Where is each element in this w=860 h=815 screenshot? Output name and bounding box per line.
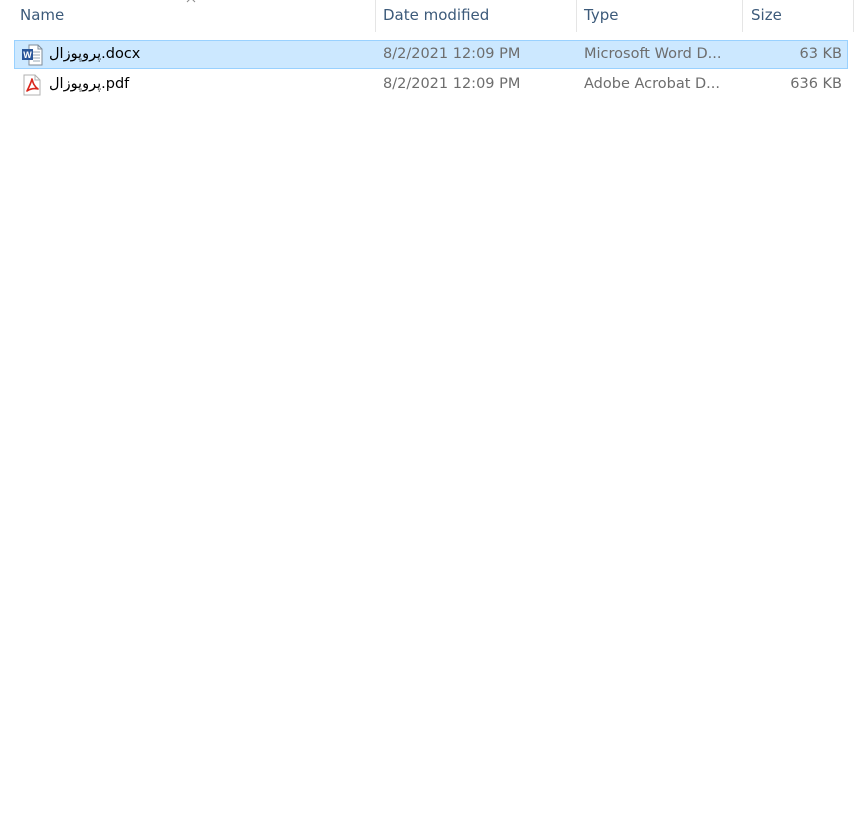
file-row-pdf[interactable]: پروپوزال.pdf 8/2/2021 12:09 PM Adobe Acr… [14, 70, 848, 99]
column-divider[interactable] [742, 0, 743, 32]
column-header-name[interactable]: Name [13, 0, 375, 32]
file-size: 63 KB [799, 46, 842, 62]
file-size: 636 KB [790, 76, 842, 92]
file-name: پروپوزال.pdf [49, 76, 130, 92]
column-header-bar: Name Date modified Type Size [0, 0, 860, 32]
word-document-icon: W [22, 44, 43, 66]
file-row-docx[interactable]: W پروپوزال.docx 8/2/2021 12:09 PM Micros… [14, 40, 848, 69]
file-explorer-list-view: Name Date modified Type Size W پروپوزال.… [0, 0, 860, 815]
file-date-modified: 8/2/2021 12:09 PM [383, 46, 521, 62]
file-type: Adobe Acrobat D... [584, 76, 721, 92]
column-header-type[interactable]: Type [577, 0, 741, 32]
file-type: Microsoft Word D... [584, 46, 722, 62]
column-header-size[interactable]: Size [744, 0, 844, 32]
file-date-modified: 8/2/2021 12:09 PM [383, 76, 521, 92]
column-header-date-modified[interactable]: Date modified [376, 0, 576, 32]
file-name: پروپوزال.docx [49, 46, 141, 62]
pdf-document-icon [23, 74, 41, 96]
svg-text:W: W [23, 50, 32, 60]
column-divider[interactable] [853, 0, 854, 32]
